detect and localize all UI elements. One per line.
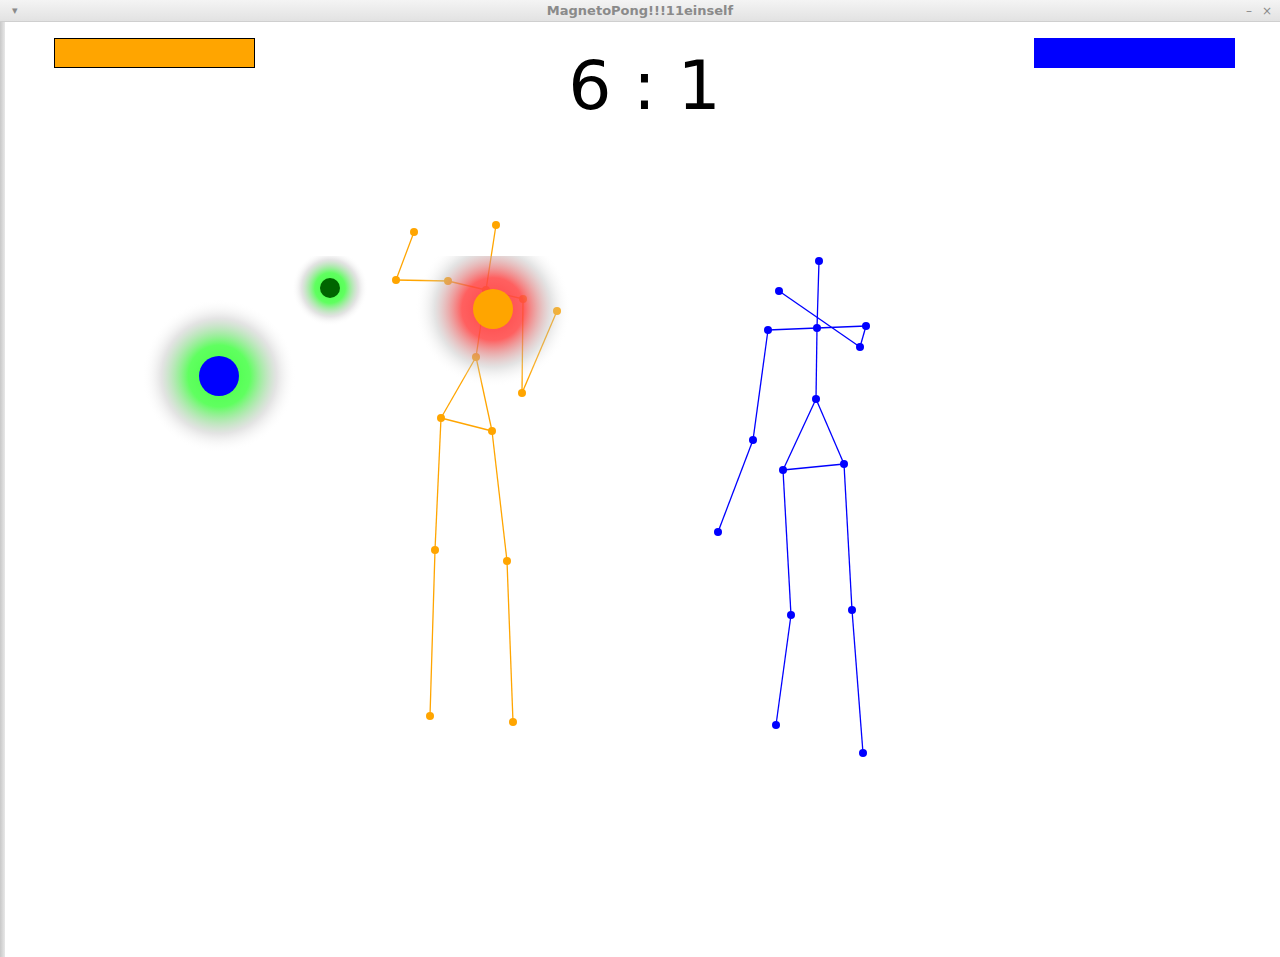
skeleton-joint xyxy=(392,276,400,284)
skeleton-joint xyxy=(775,287,783,295)
ball xyxy=(415,231,571,387)
skeleton-bone xyxy=(783,464,844,470)
game-window: ▾MagnetoPong!!!11einself–×6 : 1 xyxy=(0,0,1280,957)
ball-core xyxy=(473,289,513,329)
skeleton-bone xyxy=(753,330,768,440)
skeleton-joint xyxy=(437,414,445,422)
skeleton-bone xyxy=(441,418,492,431)
window-menu-button[interactable]: ▾ xyxy=(0,4,60,17)
title-bar: ▾MagnetoPong!!!11einself–× xyxy=(0,0,1280,22)
ball xyxy=(292,250,368,326)
window-controls: –× xyxy=(1220,4,1280,18)
skeleton-bone xyxy=(492,431,507,561)
skeleton-joint xyxy=(772,721,780,729)
window-control-button[interactable]: – xyxy=(1246,4,1252,18)
skeleton-joint xyxy=(813,324,821,332)
skeleton-joint xyxy=(488,427,496,435)
player-bar xyxy=(54,38,255,68)
skeleton-joint xyxy=(787,611,795,619)
skeleton-bone xyxy=(776,615,791,725)
player-skeleton xyxy=(714,257,870,757)
skeleton-joint xyxy=(856,343,864,351)
window-title: MagnetoPong!!!11einself xyxy=(60,3,1220,18)
skeleton-bone xyxy=(718,440,753,532)
skeleton-joint xyxy=(509,718,517,726)
skeleton-joint xyxy=(862,322,870,330)
skeleton-joint xyxy=(714,528,722,536)
game-canvas: 6 : 1 xyxy=(5,22,1280,957)
skeleton-joint xyxy=(764,326,772,334)
player-bar xyxy=(1034,38,1235,68)
skeleton-bone xyxy=(507,561,513,722)
skeleton-joint xyxy=(815,257,823,265)
skeleton-bone xyxy=(435,418,441,550)
window-control-button[interactable]: × xyxy=(1262,4,1272,18)
skeleton-joint xyxy=(840,460,848,468)
ball-core xyxy=(320,278,340,298)
skeleton-bone xyxy=(783,399,816,470)
skeleton-bone xyxy=(779,291,860,347)
skeleton-joint xyxy=(431,546,439,554)
skeleton-joint xyxy=(779,466,787,474)
skeleton-joint xyxy=(410,228,418,236)
skeleton-bone xyxy=(396,232,414,280)
skeleton-joint xyxy=(492,221,500,229)
skeleton-bone xyxy=(816,399,844,464)
skeleton-bone xyxy=(817,326,866,328)
skeleton-joint xyxy=(518,389,526,397)
score: 6 : 1 xyxy=(568,38,721,120)
ball xyxy=(142,299,296,453)
hud: 6 : 1 xyxy=(5,22,1280,120)
skeleton-bone xyxy=(768,328,817,330)
skeleton-joint xyxy=(848,606,856,614)
ball-glow xyxy=(292,256,368,326)
ball-core xyxy=(199,356,239,396)
game-scene xyxy=(5,22,1280,957)
skeleton-bone xyxy=(844,464,852,610)
skeleton-joint xyxy=(503,557,511,565)
skeleton-joint xyxy=(749,436,757,444)
skeleton-joint xyxy=(812,395,820,403)
skeleton-bone xyxy=(816,328,817,399)
skeleton-bone xyxy=(783,470,791,615)
skeleton-bone xyxy=(852,610,863,753)
skeleton-bone xyxy=(430,550,435,716)
ball-glow xyxy=(415,256,571,387)
skeleton-joint xyxy=(859,749,867,757)
skeleton-joint xyxy=(426,712,434,720)
ball-glow xyxy=(142,299,296,453)
